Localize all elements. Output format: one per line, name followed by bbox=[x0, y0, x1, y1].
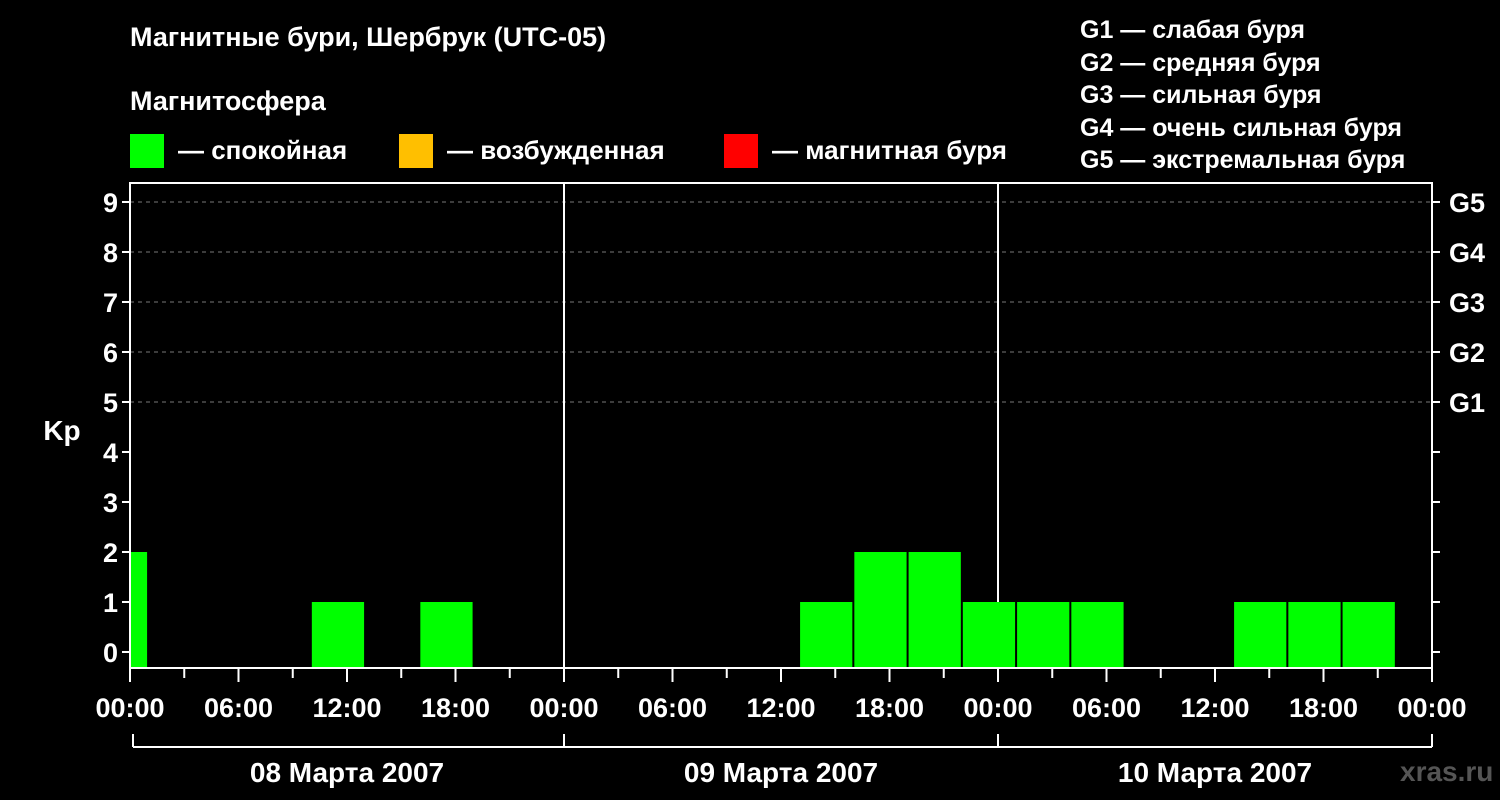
x-tick-label: 00:00 bbox=[963, 693, 1032, 723]
y-tick-label: 6 bbox=[103, 338, 118, 368]
x-tick-label: 12:00 bbox=[1180, 693, 1249, 723]
x-tick-label: 12:00 bbox=[746, 693, 815, 723]
x-tick-label: 12:00 bbox=[312, 693, 381, 723]
x-tick-label: 00:00 bbox=[1397, 693, 1466, 723]
x-tick-label: 00:00 bbox=[95, 693, 164, 723]
kp-bar bbox=[1234, 602, 1287, 668]
kp-bar bbox=[962, 602, 1016, 668]
day-label: 09 Марта 2007 bbox=[684, 757, 878, 788]
kp-bar bbox=[1342, 602, 1395, 668]
kp-bar bbox=[420, 602, 473, 668]
y-axis-label: Kp bbox=[43, 415, 80, 446]
g-scale-tick-label: G4 bbox=[1449, 238, 1485, 268]
g-scale-tick-label: G5 bbox=[1449, 188, 1485, 218]
x-tick-label: 18:00 bbox=[421, 693, 490, 723]
x-tick-label: 06:00 bbox=[638, 693, 707, 723]
kp-bar bbox=[800, 602, 853, 668]
g-scale-tick-label: G3 bbox=[1449, 288, 1485, 318]
kp-bar bbox=[131, 552, 148, 668]
g-scale-tick-label: G1 bbox=[1449, 388, 1485, 418]
y-tick-label: 5 bbox=[103, 388, 118, 418]
y-tick-label: 2 bbox=[103, 538, 118, 568]
kp-bar bbox=[1017, 602, 1070, 668]
kp-bar bbox=[311, 602, 365, 668]
x-tick-label: 06:00 bbox=[1072, 693, 1141, 723]
y-tick-label: 4 bbox=[103, 438, 118, 468]
x-tick-label: 06:00 bbox=[204, 693, 273, 723]
kp-bar bbox=[1071, 602, 1124, 668]
x-tick-label: 18:00 bbox=[855, 693, 924, 723]
y-tick-label: 3 bbox=[103, 488, 118, 518]
y-tick-label: 7 bbox=[103, 288, 118, 318]
watermark: xras.ru bbox=[1400, 756, 1494, 787]
kp-chart: 0 1 2 3 4 5 6 7 8 9 G1 G2 G3 G4 G5 Kp 00:00 06:00 12:00 18:… bbox=[43, 182, 1485, 788]
y-tick-label: 8 bbox=[103, 238, 118, 268]
plot-frame bbox=[129, 182, 1433, 669]
kp-bar bbox=[908, 552, 961, 668]
y-tick-label: 9 bbox=[103, 188, 118, 218]
x-tick-label: 18:00 bbox=[1289, 693, 1358, 723]
kp-bar bbox=[1288, 602, 1341, 668]
g-scale-tick-label: G2 bbox=[1449, 338, 1485, 368]
x-tick-label: 00:00 bbox=[529, 693, 598, 723]
day-label: 10 Марта 2007 bbox=[1118, 757, 1312, 788]
y-tick-label: 1 bbox=[103, 588, 118, 618]
kp-bar bbox=[854, 552, 907, 668]
day-label: 08 Марта 2007 bbox=[250, 757, 444, 788]
y-tick-label: 0 bbox=[103, 638, 118, 668]
